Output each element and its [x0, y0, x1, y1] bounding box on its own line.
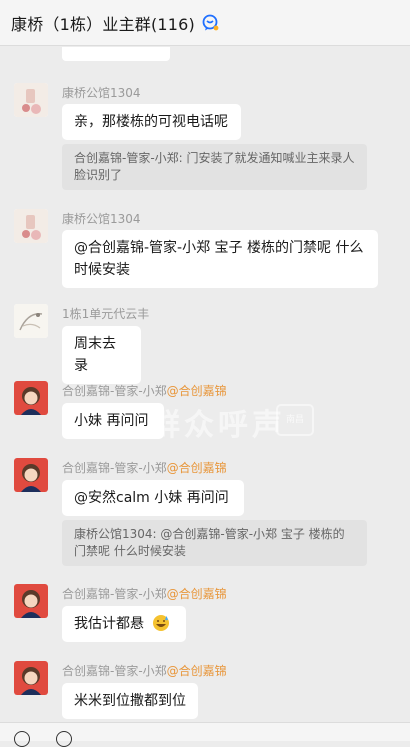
message-bubble[interactable]: 周末去录 — [62, 326, 141, 384]
message-list[interactable]: 康桥公馆1304 亲，那楼栋的可视电话呢 合创嘉锦-管家-小郑: 门安装了就发通… — [0, 47, 410, 722]
chat-bubble-icon[interactable] — [201, 14, 219, 32]
message-bubble[interactable]: 米米到位撒都到位 — [62, 683, 198, 719]
watermark: 群众呼声 — [150, 408, 286, 443]
message-bubble[interactable]: 我估计都悬 — [62, 606, 186, 642]
sweat-smile-emoji — [153, 615, 170, 631]
message-bubble[interactable]: 亲，那楼栋的可视电话呢 — [62, 104, 241, 140]
sender-name: 合创嘉锦-管家-小郑@合创嘉锦 — [62, 664, 227, 678]
message-bubble[interactable]: @安然calm 小妹 再问问 — [62, 480, 244, 516]
sender-name: 1栋1单元代云丰 — [62, 307, 150, 321]
sender-name: 康桥公馆1304 — [62, 86, 141, 100]
sender-name: 合创嘉锦-管家-小郑@合创嘉锦 — [62, 461, 227, 475]
emoji-icon[interactable] — [56, 731, 72, 747]
input-toolbar — [0, 722, 410, 747]
partial-message-bubble — [62, 47, 170, 61]
sender-name: 合创嘉锦-管家-小郑@合创嘉锦 — [62, 384, 227, 398]
avatar[interactable] — [14, 304, 48, 338]
watermark-seal: 南昌 — [276, 404, 314, 436]
chat-header: 康桥（1栋）业主群(116) — [0, 0, 410, 46]
sender-name: 康桥公馆1304 — [62, 212, 141, 226]
avatar[interactable] — [14, 458, 48, 492]
avatar[interactable] — [14, 209, 48, 243]
quoted-message[interactable]: 合创嘉锦-管家-小郑: 门安装了就发通知喊业主来录人脸识别了 — [62, 144, 367, 190]
message-bubble[interactable]: 小妹 再问问 — [62, 403, 164, 439]
message-bubble[interactable]: @合创嘉锦-管家-小郑 宝子 楼栋的门禁呢 什么时候安装 — [62, 230, 378, 288]
quoted-message[interactable]: 康桥公馆1304: @合创嘉锦-管家-小郑 宝子 楼栋的门禁呢 什么时候安装 — [62, 520, 367, 566]
avatar[interactable] — [14, 584, 48, 618]
message-text: 我估计都悬 — [74, 616, 144, 632]
group-title[interactable]: 康桥（1栋）业主群(116) — [11, 11, 195, 35]
avatar[interactable] — [14, 661, 48, 695]
avatar[interactable] — [14, 83, 48, 117]
avatar[interactable] — [14, 381, 48, 415]
voice-icon[interactable] — [14, 731, 30, 747]
sender-name: 合创嘉锦-管家-小郑@合创嘉锦 — [62, 587, 227, 601]
